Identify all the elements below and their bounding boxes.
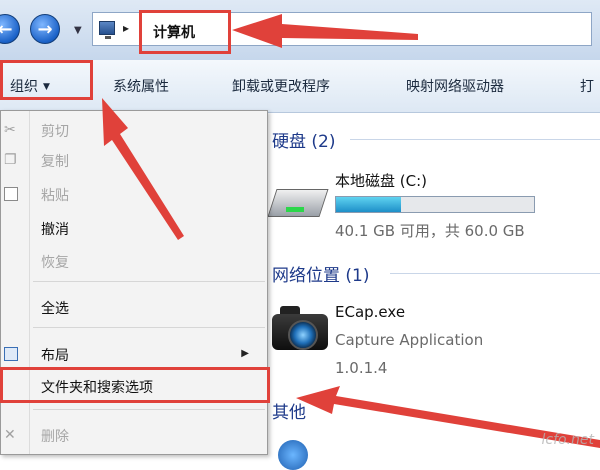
network-locations-header[interactable]: 网络位置 (1) [272,261,369,286]
app-description: Capture Application [335,331,484,349]
hard-drive-icon[interactable] [267,183,329,223]
layout-icon [4,347,18,361]
menu-item-paste[interactable]: 粘贴 [1,179,267,209]
breadcrumb-separator-icon[interactable]: ▸ [123,21,129,35]
drive-space-text: 40.1 GB 可用，共 60.0 GB [335,222,525,240]
organize-menu: ✂ 剪切 ❐ 复制 粘贴 撤消 恢复 全选 布局 ▶ 文件夹和搜索选项 ✕ 删除 [0,110,268,455]
drive-c-name[interactable]: 本地磁盘 (C:) [335,170,427,191]
submenu-arrow-icon: ▶ [241,348,249,359]
watermark-text: lcfo.net [541,432,594,448]
globe-icon[interactable] [278,440,308,470]
computer-icon [99,21,115,39]
camera-app-icon[interactable] [272,306,328,350]
forward-arrow-icon: → [37,18,53,40]
hard-disks-header[interactable]: 硬盘 (2) [272,127,335,152]
section-divider [350,139,600,140]
copy-icon: ❐ [4,152,17,168]
app-file-name[interactable]: ECap.exe [335,303,405,321]
drive-usage-fill [336,197,402,212]
menu-item-cut[interactable]: ✂ 剪切 [1,115,267,145]
map-network-drive-button[interactable]: 映射网络驱动器 [406,76,504,96]
menu-item-redo[interactable]: 恢复 [1,246,267,276]
section-divider [390,273,600,274]
uninstall-program-button[interactable]: 卸载或更改程序 [232,76,330,96]
menu-separator [33,409,265,410]
menu-item-select-all[interactable]: 全选 [1,292,267,322]
menu-item-copy[interactable]: ❐ 复制 [1,145,267,175]
highlight-box-organize [0,60,93,100]
scissors-icon: ✂ [4,122,16,138]
history-chevron-down-icon[interactable]: ▼ [74,25,82,36]
other-header[interactable]: 其他 [272,398,306,423]
back-arrow-icon: ← [0,18,13,40]
open-control-panel-button[interactable]: 打 [580,76,594,96]
paste-icon [4,187,18,201]
menu-item-delete[interactable]: ✕ 删除 [1,420,267,450]
menu-item-layout[interactable]: 布局 ▶ [1,339,267,369]
highlight-box-address [139,10,231,54]
navigation-bar: ← → ▼ ▸ 计算机 [0,0,600,60]
app-version: 1.0.1.4 [335,359,388,377]
forward-button[interactable]: → [30,14,60,44]
system-properties-button[interactable]: 系统属性 [113,76,169,96]
menu-separator [33,327,265,328]
back-button[interactable]: ← [0,14,20,44]
highlight-box-folder-options [0,367,270,403]
menu-separator [33,281,265,282]
menu-item-undo[interactable]: 撤消 [1,213,267,243]
drive-usage-bar [335,196,535,213]
delete-x-icon: ✕ [4,427,16,443]
